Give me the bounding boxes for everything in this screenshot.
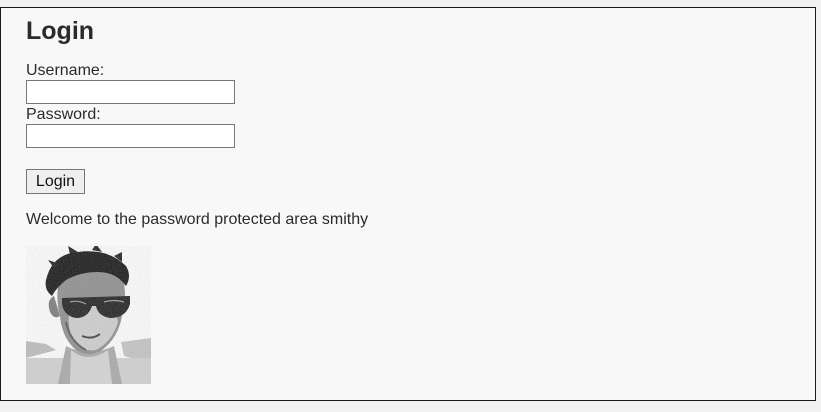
password-label: Password:	[26, 106, 101, 123]
username-input[interactable]	[26, 80, 235, 104]
username-label: Username:	[26, 62, 105, 79]
welcome-message: Welcome to the password protected area s…	[26, 211, 369, 228]
page-frame: Login Username: Password: Login Welcome …	[0, 7, 816, 401]
login-button[interactable]: Login	[26, 169, 85, 194]
page-title: Login	[26, 17, 95, 45]
password-input[interactable]	[26, 124, 235, 148]
profile-photo	[26, 246, 151, 384]
